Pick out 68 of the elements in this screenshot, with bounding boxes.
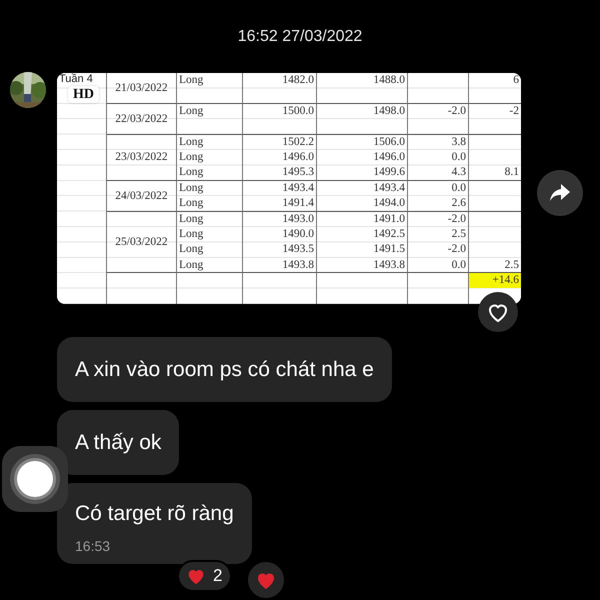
share-button[interactable] xyxy=(537,170,583,216)
table-cell: 0.0 xyxy=(408,258,469,274)
reaction-pill[interactable]: 2 xyxy=(177,560,232,592)
table-cell: 1506.0 xyxy=(317,134,408,150)
table-cell: 1493.4 xyxy=(243,180,317,196)
table-cell: Long xyxy=(177,196,243,212)
table-cell: Long xyxy=(177,150,243,166)
table-cell: 8.1 xyxy=(469,165,521,181)
empty-cell xyxy=(408,119,469,135)
table-cell: Long xyxy=(177,226,243,242)
message-text: Có target rõ ràng xyxy=(75,502,234,526)
table-cell: -2.0 xyxy=(408,104,469,120)
table-cell: 24/03/2022 xyxy=(107,180,177,212)
message-bubble: A thấy ok xyxy=(57,410,180,475)
table-cell: 1492.5 xyxy=(317,226,408,242)
table-cell: Long xyxy=(177,134,243,150)
table-cell: 1498.0 xyxy=(317,104,408,120)
table-cell: 21/03/2022 xyxy=(107,73,177,104)
table-cell: 1491.4 xyxy=(243,196,317,212)
table-cell-text: 6 xyxy=(512,73,520,88)
table-cell: 1499.6 xyxy=(317,165,408,181)
table-cell: 25/03/2022 xyxy=(107,212,177,274)
table-cell: 1495.3 xyxy=(243,165,317,181)
message-bubble: A xin vào room ps có chát nha e xyxy=(57,337,392,402)
table-cell: Long xyxy=(177,104,243,120)
table-cell: -2.0 xyxy=(408,242,469,258)
week-label: Tuần 4 xyxy=(58,73,93,86)
table-cell: 1490.0 xyxy=(243,226,317,242)
table-cell: Long xyxy=(177,73,243,88)
forward-arrow-icon xyxy=(549,183,571,203)
table-cell: 1482.0 xyxy=(243,73,317,88)
table-cell: 1496.0 xyxy=(317,150,408,166)
table-cell: 4.3 xyxy=(408,165,469,181)
table-cell: 1493.5 xyxy=(243,242,317,258)
table-cell: 23/03/2022 xyxy=(107,134,177,181)
table-cell: 1493.0 xyxy=(243,212,317,227)
empty-cell xyxy=(177,119,243,135)
table-cell: 2.5 xyxy=(408,226,469,242)
table-cell: 1500.0 xyxy=(243,104,317,120)
table-cell: 1494.0 xyxy=(317,196,408,212)
table-cell: Long xyxy=(177,258,243,274)
table-cell: 0.0 xyxy=(408,150,469,166)
table-cell: Long xyxy=(177,242,243,258)
table-cell: 1493.8 xyxy=(317,258,408,274)
table-cell: 3.8 xyxy=(408,134,469,150)
table-cell: 1491.5 xyxy=(317,242,408,258)
table-cell: Long xyxy=(177,212,243,227)
table-cell: -2.0 xyxy=(408,212,469,227)
table-cell: 0.0 xyxy=(408,180,469,196)
empty-cell xyxy=(177,88,243,104)
table-cell: 1496.0 xyxy=(243,150,317,166)
assistive-touch-button[interactable] xyxy=(2,446,68,512)
table-cell: 2.6 xyxy=(408,196,469,212)
table-cell: +14.6 xyxy=(469,273,521,288)
table-cell-text: -2 xyxy=(508,104,520,119)
table-cell: 1502.2 xyxy=(243,134,317,150)
table-cell: 1488.0 xyxy=(317,73,408,88)
reaction-count: 2 xyxy=(213,566,222,586)
table-cell: Long xyxy=(177,165,243,181)
quality-badge: HD xyxy=(68,86,99,103)
message-time: 16:53 xyxy=(75,538,112,554)
table-cell: 1493.4 xyxy=(317,180,408,196)
empty-cell xyxy=(408,88,469,104)
table-cell: Long xyxy=(177,180,243,196)
table-cell: 1491.0 xyxy=(317,212,408,227)
table-cell: 1493.8 xyxy=(243,258,317,274)
timestamp: 16:52 27/03/2022 xyxy=(236,27,364,47)
table-cell: 22/03/2022 xyxy=(107,104,177,135)
